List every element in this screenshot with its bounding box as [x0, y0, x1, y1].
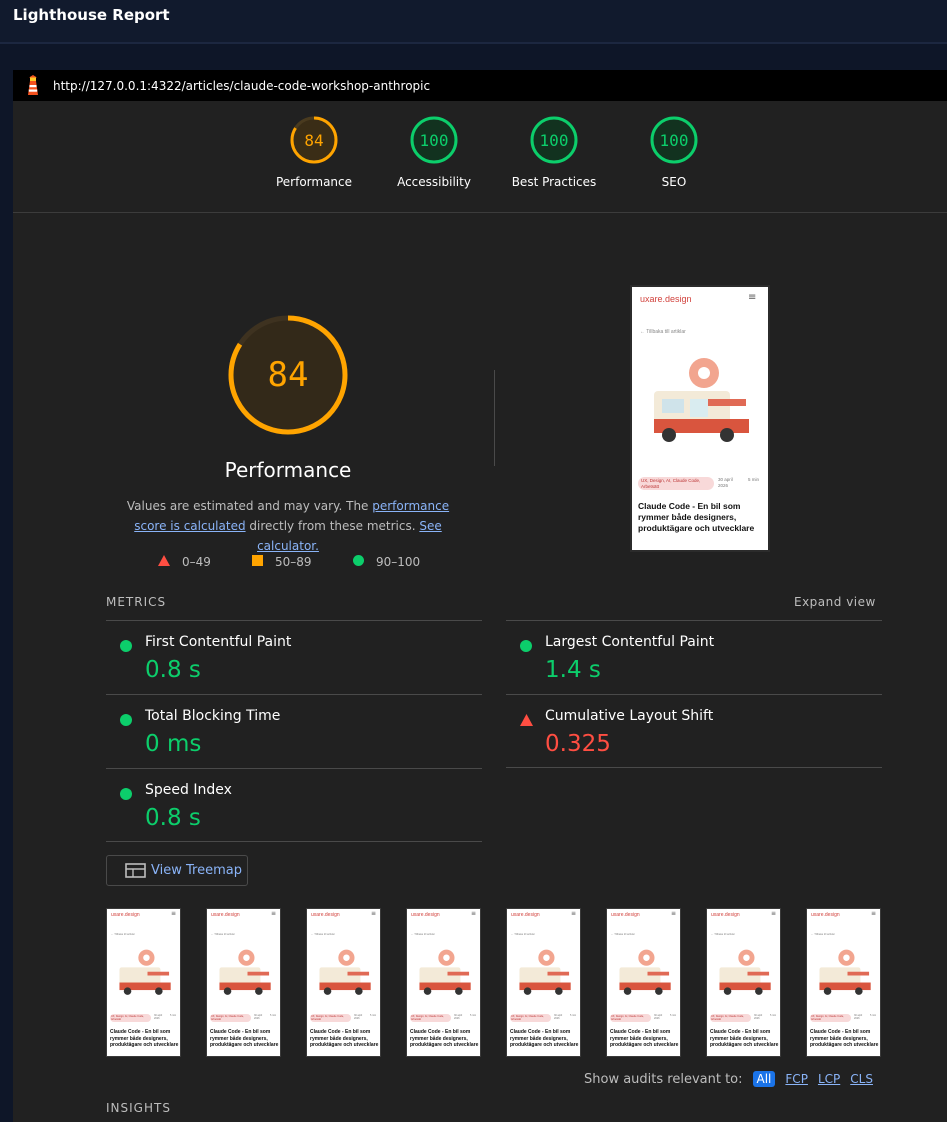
screenshot-brand: uxare.design — [640, 294, 692, 304]
filter-lcp[interactable]: LCP — [818, 1072, 840, 1086]
screenshot-title: Claude Code - En bil som rymmer både des… — [638, 501, 755, 533]
gauge-label-accessibility: Accessibility — [397, 175, 471, 189]
pass-circle-icon — [120, 785, 132, 804]
metric-cls: Cumulative Layout Shift 0.325 — [506, 694, 882, 768]
metric-name: Cumulative Layout Shift — [545, 708, 714, 724]
hamburger-icon: ≡ — [748, 292, 757, 303]
lighthouse-logo-icon — [23, 74, 43, 97]
gauge-seo[interactable]: 100 SEO — [619, 115, 729, 189]
filmstrip-frame: uxare.design ≡ ← Tillbaka till artiklar UX,… — [406, 908, 481, 1057]
metrics-divider — [506, 767, 882, 768]
metrics-heading: METRICS — [106, 595, 167, 609]
metric-fcp: First Contentful Paint 0.8 s — [106, 620, 482, 694]
screenshot-back-link: ← Tillbaka till artiklar — [640, 329, 686, 335]
svg-text:100: 100 — [420, 131, 449, 150]
gauge-label-seo: SEO — [661, 175, 687, 189]
metrics-divider — [106, 841, 482, 842]
metric-tbt: Total Blocking Time 0 ms — [106, 694, 482, 768]
filmstrip-frame: uxare.design ≡ ← Tillbaka till artiklar UX,… — [706, 908, 781, 1057]
filmstrip-frame: uxare.design ≡ ← Tillbaka till artiklar UX,… — [306, 908, 381, 1057]
filter-cls[interactable]: CLS — [850, 1072, 873, 1086]
legend-pass: 90–100 — [353, 555, 420, 569]
category-gauges: 84 Performance 100 Accessibility 100 Bes… — [13, 101, 947, 213]
performance-score: 84 — [268, 355, 309, 395]
expand-view-toggle[interactable]: Expand view — [794, 595, 876, 609]
metric-lcp: Largest Contentful Paint 1.4 s — [506, 620, 882, 694]
metric-name: Speed Index — [145, 782, 232, 798]
performance-title: Performance — [224, 458, 352, 482]
filmstrip-frame: uxare.design ≡ ← Tillbaka till artiklar UX,… — [506, 908, 581, 1057]
gauge-accessibility[interactable]: 100 Accessibility — [379, 115, 489, 189]
accessibility-gauge-ring: 100 — [410, 116, 458, 164]
svg-text:100: 100 — [540, 131, 569, 150]
performance-gauge-ring: 84 — [290, 116, 338, 164]
fail-triangle-icon — [520, 711, 533, 730]
metric-name: Total Blocking Time — [145, 708, 281, 724]
legend-average: 50–89 — [252, 555, 312, 569]
gauge-label-performance: Performance — [275, 175, 353, 189]
circle-icon — [353, 555, 364, 569]
svg-text:84: 84 — [304, 131, 323, 150]
metric-value: 0.8 s — [145, 805, 201, 831]
insights-heading: INSIGHTS — [106, 1101, 171, 1115]
view-treemap-label: View Treemap — [151, 863, 242, 878]
food-truck-illustration-icon — [654, 358, 749, 442]
lighthouse-report: http://127.0.0.1:4322/articles/claude-co… — [13, 70, 947, 1122]
filmstrip-frame: uxare.design ≡ ← Tillbaka till artiklar UX,… — [106, 908, 181, 1057]
filmstrip-frame: uxare.design ≡ ← Tillbaka till artiklar UX,… — [206, 908, 281, 1057]
report-url[interactable]: http://127.0.0.1:4322/articles/claude-co… — [53, 79, 430, 93]
app-header: Lighthouse Report — [0, 0, 947, 44]
performance-description: Values are estimated and may vary. The p… — [126, 499, 450, 553]
audit-filter-label: Show audits relevant to: — [584, 1071, 743, 1087]
final-screenshot[interactable]: uxare.design ≡ ← Tillbaka till artiklar … — [630, 285, 770, 552]
view-treemap-button[interactable]: View Treemap — [106, 855, 248, 886]
legend-fail: 0–49 — [158, 555, 211, 569]
app-title: Lighthouse Report — [13, 6, 170, 24]
divider — [494, 370, 495, 466]
metric-value: 0.325 — [545, 731, 611, 757]
pass-circle-icon — [120, 711, 132, 730]
pass-circle-icon — [120, 637, 132, 656]
metric-value: 1.4 s — [545, 657, 601, 683]
treemap-icon — [125, 863, 146, 878]
triangle-icon — [158, 555, 170, 569]
filmstrip-frame: uxare.design ≡ ← Tillbaka till artiklar UX,… — [606, 908, 681, 1057]
svg-text:100: 100 — [660, 131, 689, 150]
screenshot-tags: UX, Design, AI, Claude Code, Arbetsätt — [638, 477, 714, 490]
gauge-performance[interactable]: 84 Performance — [259, 115, 369, 189]
seo-gauge-ring: 100 — [650, 116, 698, 164]
performance-big-gauge: 84 — [228, 315, 348, 435]
square-icon — [252, 555, 263, 569]
metric-name: First Contentful Paint — [145, 634, 292, 650]
screenshot-date: 30 april 2026 — [718, 477, 733, 488]
metric-name: Largest Contentful Paint — [545, 634, 715, 650]
best-practices-gauge-ring: 100 — [530, 116, 578, 164]
url-bar: http://127.0.0.1:4322/articles/claude-co… — [13, 70, 947, 101]
audit-filter: Show audits relevant to: All FCP LCP CLS — [584, 1070, 873, 1088]
screenshot-read-time: 5 min — [748, 477, 760, 482]
filmstrip-frame: uxare.design ≡ ← Tillbaka till artiklar UX,… — [806, 908, 881, 1057]
pass-circle-icon — [520, 637, 532, 656]
gauge-best-practices[interactable]: 100 Best Practices — [499, 115, 609, 189]
filter-fcp[interactable]: FCP — [785, 1072, 808, 1086]
metric-speed-index: Speed Index 0.8 s — [106, 768, 482, 842]
metric-value: 0 ms — [145, 731, 202, 757]
metric-value: 0.8 s — [145, 657, 201, 683]
gauge-label-best-practices: Best Practices — [511, 175, 597, 189]
filter-all[interactable]: All — [752, 1071, 776, 1087]
score-legend: 0–49 50–89 90–100 — [158, 555, 458, 571]
